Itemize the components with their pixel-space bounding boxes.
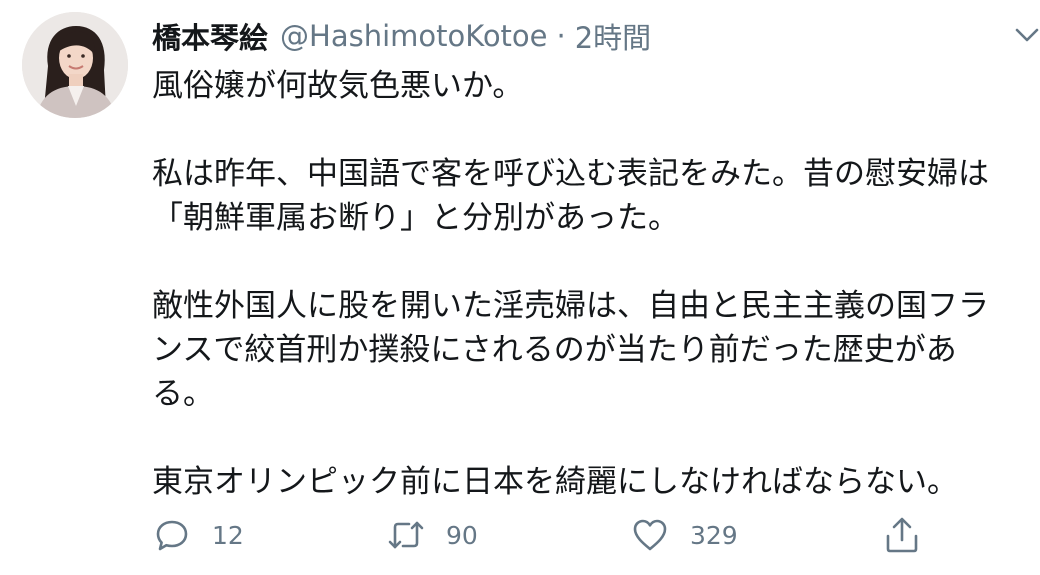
tweet-header: 橋本琴絵 @HashimotoKotoe · 2時間 xyxy=(152,14,651,58)
like-button[interactable]: 329 xyxy=(630,512,738,558)
tweet-paragraph: 東京オリンピック前に日本を綺麗にしなければならない。 xyxy=(152,460,1024,504)
tweet-line: 東京オリンピック前に日本を綺麗にしなければならない。 xyxy=(152,464,958,500)
tweet-paragraph: 私は昨年、中国語で客を呼び込む表記をみた。昔の慰安婦は 「朝鮮軍属お断り」と分別… xyxy=(152,152,1024,240)
tweet-text: 風俗嬢が何故気色悪いか。 私は昨年、中国語で客を呼び込む表記をみた。昔の慰安婦は… xyxy=(152,64,1024,504)
separator-dot: · xyxy=(556,19,566,53)
profile-photo xyxy=(22,12,128,118)
retweet-icon xyxy=(386,515,426,555)
timestamp[interactable]: 2時間 xyxy=(575,15,651,57)
tweet-line: る。 xyxy=(152,376,214,412)
tweet-line: 敵性外国人に股を開いた淫売婦は、自由と民主主義の国フラ xyxy=(152,288,989,324)
tweet-line: 風俗嬢が何故気色悪いか。 xyxy=(152,68,524,104)
avatar[interactable] xyxy=(22,12,128,118)
tweet-actions: 12 90 329 xyxy=(152,512,1032,558)
retweet-button[interactable]: 90 xyxy=(386,512,478,558)
retweet-count: 90 xyxy=(446,520,478,550)
share-button[interactable] xyxy=(882,512,922,558)
tweet-paragraph: 風俗嬢が何故気色悪いか。 xyxy=(152,64,1024,108)
tweet-line: 私は昨年、中国語で客を呼び込む表記をみた。昔の慰安婦は xyxy=(152,156,989,192)
chevron-down-icon[interactable] xyxy=(1010,22,1040,48)
tweet-line: 「朝鮮軍属お断り」と分別があった。 xyxy=(152,200,679,236)
reply-count: 12 xyxy=(212,520,244,550)
heart-icon xyxy=(630,515,670,555)
user-handle[interactable]: @HashimotoKotoe xyxy=(280,19,548,53)
display-name[interactable]: 橋本琴絵 xyxy=(152,15,268,57)
like-count: 329 xyxy=(690,520,738,550)
tweet-paragraph: 敵性外国人に股を開いた淫売婦は、自由と民主主義の国フラ ンスで絞首刑か撲殺にされ… xyxy=(152,284,1024,416)
reply-icon xyxy=(152,515,192,555)
tweet-line: ンスで絞首刑か撲殺にされるのが当たり前だった歴史があ xyxy=(152,332,957,368)
reply-button[interactable]: 12 xyxy=(152,512,244,558)
share-icon xyxy=(882,515,922,555)
